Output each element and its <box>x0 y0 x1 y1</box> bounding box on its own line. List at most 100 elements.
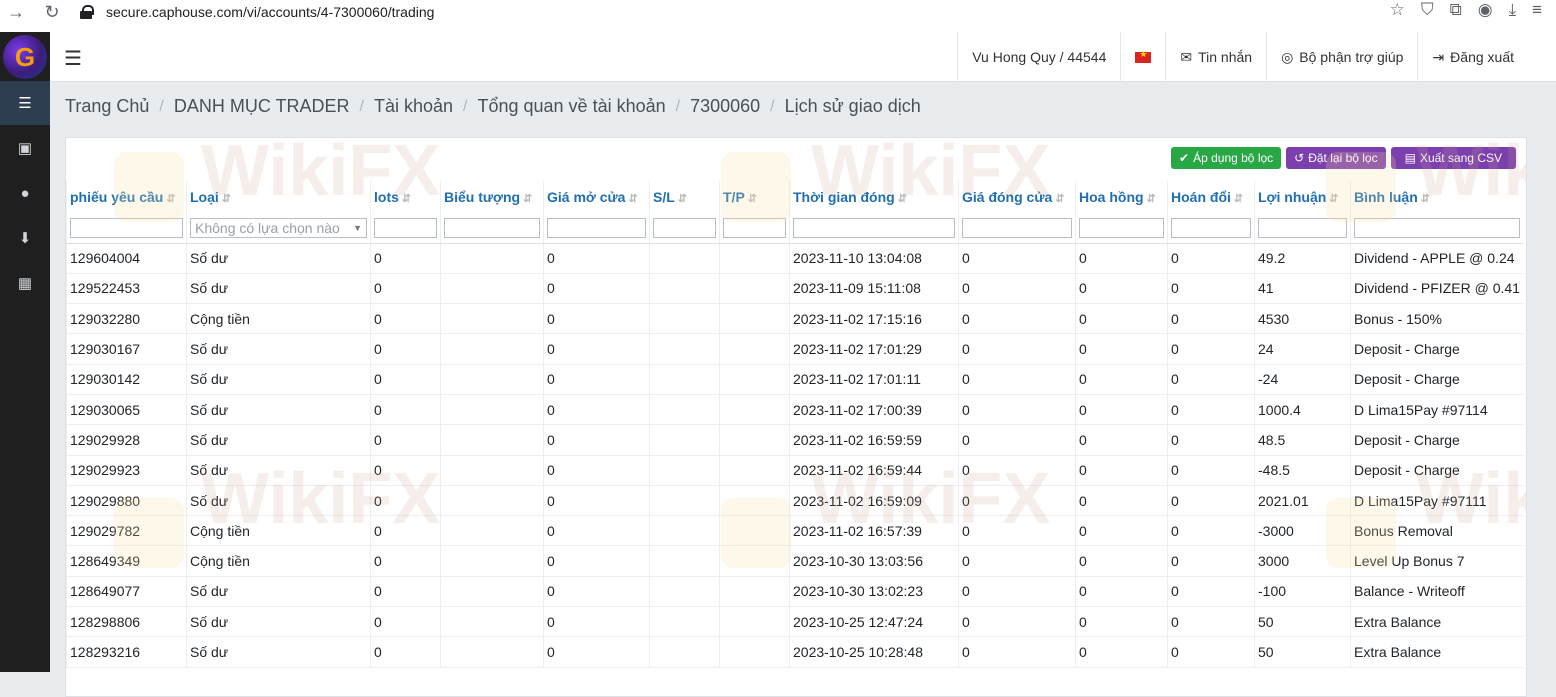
filter-comment-input[interactable] <box>1354 217 1520 238</box>
cell-ticket: 129030065 <box>66 394 187 426</box>
cell-symbol <box>440 394 544 426</box>
cell-open-price: 0 <box>543 333 650 365</box>
wallet-icon[interactable]: ▣ <box>0 126 50 170</box>
filter-profit-input[interactable] <box>1258 217 1347 238</box>
calendar-icon[interactable]: ▦ <box>0 261 50 305</box>
table-row[interactable]: 129032280 Cộng tiền 0 0 2023-11-02 17:15:16 0… <box>66 303 1523 335</box>
col-swap[interactable]: Hoán đổi ⇵ <box>1167 181 1255 213</box>
breadcrumb-trader[interactable]: DANH MỤC TRADER <box>174 96 350 117</box>
download-icon[interactable]: ⤓ <box>1509 0 1517 20</box>
breadcrumb-account-number[interactable]: 7300060 <box>690 96 760 117</box>
breadcrumb-overview[interactable]: Tổng quan về tài khoản <box>477 96 665 117</box>
address-url[interactable]: secure.caphouse.com/vi/accounts/4-730006… <box>106 4 434 20</box>
forward-arrow-icon[interactable]: → <box>2 0 30 26</box>
filter-type-select[interactable]: Không có lựa chọn nào ▼ <box>190 217 367 238</box>
col-type[interactable]: Loại ⇵ <box>186 181 371 213</box>
col-profit[interactable]: Lợi nhuận ⇵ <box>1254 181 1351 213</box>
table-row[interactable]: 129030167 Số dư 0 0 2023-11-02 17:01:29 0 0 0 24… <box>66 333 1523 365</box>
col-tp[interactable]: T/P ⇵ <box>719 181 790 213</box>
cell-ticket: 129030167 <box>66 333 187 365</box>
table-row[interactable]: 129029782 Cộng tiền 0 0 2023-11-02 16:57:39 0… <box>66 515 1523 547</box>
lock-icon <box>80 5 94 19</box>
reset-filter-button[interactable]: ↺ Đặt lại bộ lọc <box>1286 147 1386 169</box>
cell-tp <box>719 485 790 517</box>
col-label: Giá mở cửa <box>547 189 626 205</box>
support-link[interactable]: ◎ Bộ phận trợ giúp <box>1266 32 1417 82</box>
table-row[interactable]: 129029923 Số dư 0 0 2023-11-02 16:59:44 0 0 0 -4… <box>66 455 1523 486</box>
filter-commission-input[interactable] <box>1079 217 1164 238</box>
filter-cell <box>440 213 544 244</box>
table-row[interactable]: 129522453 Số dư 0 0 2023-11-09 15:11:08 0 0 0 41… <box>66 273 1523 305</box>
reload-icon[interactable]: ↻ <box>38 0 66 26</box>
cell-type: Số dư <box>186 394 371 426</box>
table-row[interactable]: 129029880 Số dư 0 0 2023-11-02 16:59:09 0 0 0 20… <box>66 485 1523 517</box>
filter-cell: Không có lựa chọn nào ▼ <box>186 213 371 244</box>
table-row[interactable]: 128298806 Số dư 0 0 2023-10-25 12:47:24 0 0 0 50… <box>66 606 1523 638</box>
filter-cell <box>1349 213 1523 244</box>
col-close-price[interactable]: Giá đóng cửa ⇵ <box>958 181 1076 213</box>
breadcrumb-current: Lịch sử giao dịch <box>784 96 921 116</box>
filter-close-price-input[interactable] <box>962 217 1072 238</box>
menu-icon[interactable]: ≡ <box>1532 0 1542 20</box>
table-row[interactable]: 129030065 Số dư 0 0 2023-11-02 17:00:39 0 0 0 10… <box>66 394 1523 426</box>
table-row[interactable]: 128649077 Số dư 0 0 2023-10-30 13:02:23 0 0 0 -1… <box>66 576 1523 608</box>
table-row[interactable]: 129029928 Số dư 0 0 2023-11-02 16:59:59 0 0 0 48… <box>66 424 1523 456</box>
undo-icon: ↺ <box>1294 151 1305 165</box>
address-bar[interactable]: secure.caphouse.com/vi/accounts/4-730006… <box>80 1 434 23</box>
user-account-label[interactable]: Vu Hong Quy / 44544 <box>957 32 1120 82</box>
apply-filter-label: Áp dụng bộ lọc <box>1193 151 1274 165</box>
breadcrumb-accounts[interactable]: Tài khoản <box>374 96 453 117</box>
cell-comment: Level Up Bonus 7 <box>1349 545 1523 577</box>
col-symbol[interactable]: Biểu tượng ⇵ <box>440 181 544 213</box>
col-ticket[interactable]: phiếu yêu cầu ⇵ <box>66 181 187 213</box>
cell-symbol <box>440 576 544 608</box>
filter-sl-input[interactable] <box>653 217 716 238</box>
cell-swap: 0 <box>1167 424 1255 456</box>
col-open-price[interactable]: Giá mở cửa ⇵ <box>543 181 650 213</box>
cell-symbol <box>440 364 544 395</box>
table-row[interactable]: 129604004 Số dư 0 0 2023-11-10 13:04:08 0 0 0 49… <box>66 243 1523 274</box>
cell-type: Số dư <box>186 243 371 274</box>
col-lots[interactable]: lots ⇵ <box>370 181 441 213</box>
cell-close-time: 2023-11-02 16:59:09 <box>789 485 959 517</box>
brand-logo[interactable]: G <box>3 35 47 79</box>
apply-filter-button[interactable]: ✔ Áp dụng bộ lọc <box>1171 147 1282 169</box>
cell-comment: Extra Balance <box>1349 606 1523 638</box>
col-commission[interactable]: Hoa hồng ⇵ <box>1075 181 1168 213</box>
cell-open-price: 0 <box>543 243 650 274</box>
list-icon[interactable]: ☰ <box>0 81 50 125</box>
filter-close-time-input[interactable] <box>793 217 955 238</box>
table-row[interactable]: 129030142 Số dư 0 0 2023-11-02 17:01:11 0 0 0 -2… <box>66 364 1523 395</box>
table-row[interactable]: 128293216 Số dư 0 0 2023-10-25 10:28:48 0 0 0 50… <box>66 636 1523 668</box>
cell-tp <box>719 424 790 456</box>
profile-icon[interactable]: ◉ <box>1478 0 1493 20</box>
filter-lots-input[interactable] <box>374 217 437 238</box>
language-selector[interactable] <box>1120 32 1165 82</box>
cell-comment: Deposit - Charge <box>1349 455 1523 486</box>
breadcrumb-home[interactable]: Trang Chủ <box>65 96 149 117</box>
extensions-icon[interactable]: ⧉ <box>1450 0 1462 20</box>
table-row[interactable]: 128649349 Cộng tiền 0 0 2023-10-30 13:03:56 0… <box>66 545 1523 577</box>
filter-cell <box>789 213 959 244</box>
filter-ticket-input[interactable] <box>70 217 183 238</box>
logout-link[interactable]: ⇥ Đăng xuất <box>1417 32 1556 82</box>
col-sl[interactable]: S/L ⇵ <box>649 181 720 213</box>
messages-link[interactable]: ✉ Tin nhắn <box>1165 32 1266 82</box>
filter-tp-input[interactable] <box>723 217 786 238</box>
cell-type: Cộng tiền <box>186 515 371 547</box>
cell-ticket: 128293216 <box>66 636 187 668</box>
col-close-time[interactable]: Thời gian đóng ⇵ <box>789 181 959 213</box>
filter-swap-input[interactable] <box>1171 217 1251 238</box>
cell-close-time: 2023-11-09 15:11:08 <box>789 273 959 305</box>
export-csv-button[interactable]: ▤ Xuất sang CSV <box>1390 147 1516 169</box>
download-icon[interactable]: ⬇ <box>0 216 50 260</box>
shield-icon[interactable]: ⛉ <box>1421 0 1434 20</box>
filter-open-price-input[interactable] <box>547 217 646 238</box>
cell-lots: 0 <box>370 485 441 517</box>
filter-symbol-input[interactable] <box>444 217 540 238</box>
hamburger-menu-icon[interactable]: ☰ <box>64 46 82 71</box>
user-icon[interactable]: ● <box>0 171 50 215</box>
star-icon[interactable]: ☆ <box>1390 0 1405 20</box>
col-comment[interactable]: Bình luận ⇵ <box>1349 181 1523 213</box>
cell-ticket: 128298806 <box>66 606 187 638</box>
